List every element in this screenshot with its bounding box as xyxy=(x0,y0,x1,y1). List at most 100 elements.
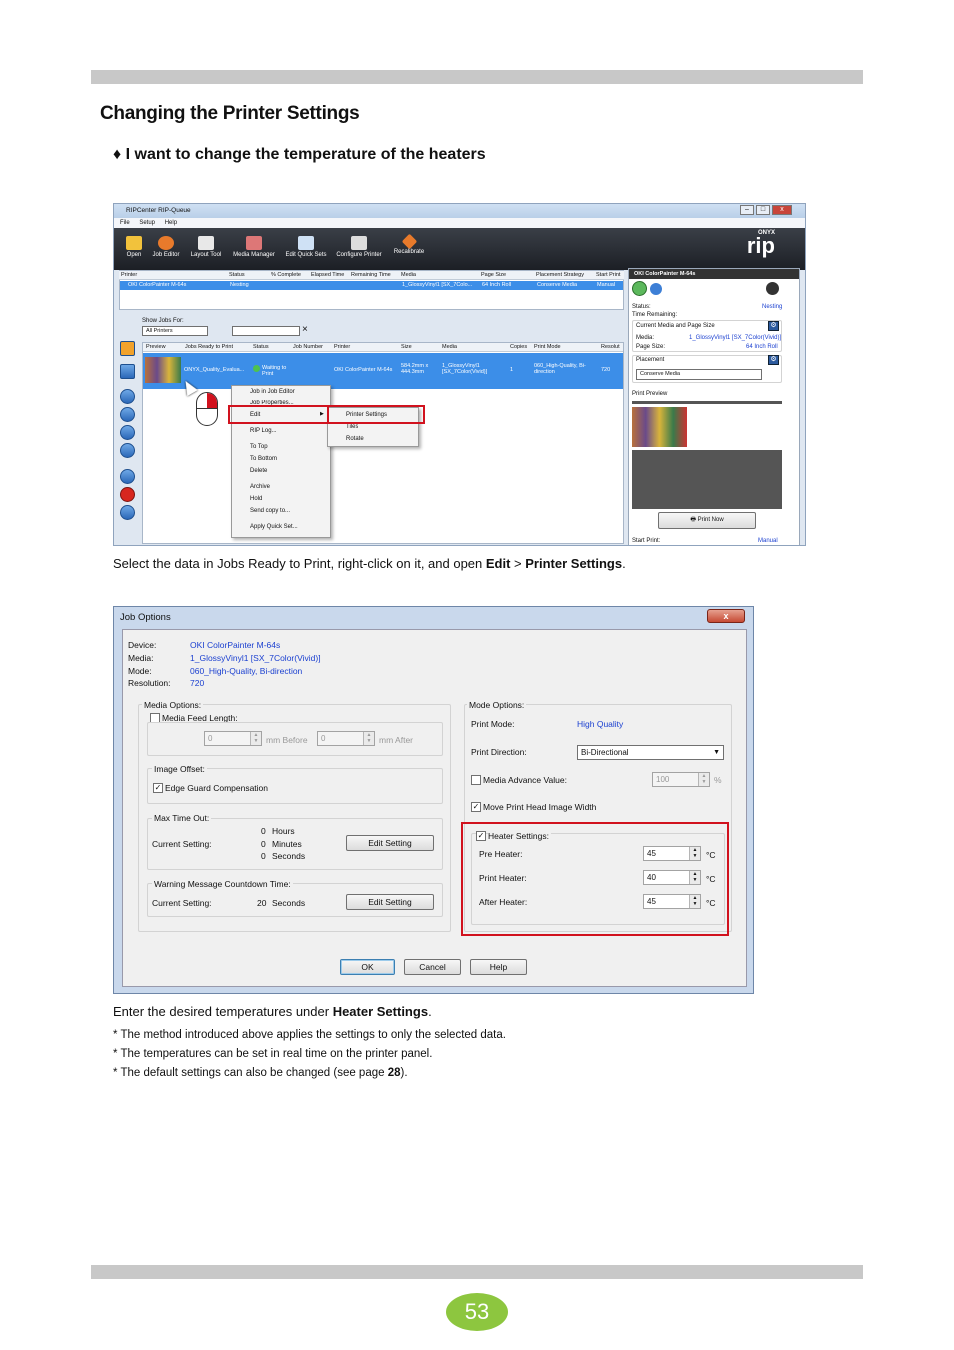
note-1: * The method introduced above applies th… xyxy=(113,1029,506,1041)
submenu-rotate[interactable]: Rotate xyxy=(346,436,364,442)
menu-file[interactable]: File xyxy=(120,220,130,226)
media-icon xyxy=(246,236,262,250)
device-value: OKI ColorPainter M-64s xyxy=(190,640,281,650)
warning-current-label: Current Setting: xyxy=(152,898,212,908)
time-remaining-label: Time Remaining: xyxy=(632,312,678,318)
hours-label: Hours xyxy=(272,826,295,836)
top-rule xyxy=(91,70,863,84)
move-head-label: Move Print Head Image Width xyxy=(483,802,597,812)
mode-label: Mode: xyxy=(128,666,152,676)
mm-before-input[interactable]: 0 ▲ ▼ xyxy=(204,731,262,746)
media-advance-checkbox[interactable] xyxy=(471,775,481,785)
edit-job-icon[interactable] xyxy=(120,364,135,379)
layout-tool-button[interactable]: Layout Tool xyxy=(181,236,231,258)
jobs-list-header: Preview Jobs Ready to Print Status Job N… xyxy=(143,343,623,352)
ctx-apply-quick-set[interactable]: Apply Quick Set... xyxy=(250,524,298,530)
show-jobs-label: Show Jobs For: xyxy=(142,318,184,324)
caption-1: Select the data in Jobs Ready to Print, … xyxy=(113,556,626,571)
ctx-hold[interactable]: Hold xyxy=(250,496,262,502)
ctx-job-in-editor[interactable]: Job in Job Editor xyxy=(250,389,295,395)
menu-help[interactable]: Help xyxy=(165,220,177,226)
help-button[interactable]: Help xyxy=(470,959,527,975)
clear-search-icon[interactable]: × xyxy=(302,324,308,335)
print-mode-label: Print Mode: xyxy=(471,719,515,729)
folder-icon xyxy=(126,236,142,250)
edge-guard-checkbox[interactable]: ✓ xyxy=(153,783,163,793)
media-advance-input[interactable]: 100 ▲ ▼ xyxy=(652,772,710,787)
properties-icon[interactable] xyxy=(120,469,135,484)
printer-info-icon[interactable] xyxy=(650,283,662,295)
maximize-icon[interactable]: □ xyxy=(756,205,770,215)
minutes-label: Minutes xyxy=(272,839,302,849)
note-2: * The temperatures can be set in real ti… xyxy=(113,1048,433,1060)
delete-icon[interactable] xyxy=(120,487,135,502)
media-label: Media: xyxy=(636,335,655,341)
edit-timeout-button[interactable]: Edit Setting xyxy=(346,835,434,851)
mode-value: 060_High-Quality, Bi-direction xyxy=(190,666,303,676)
move-up-icon[interactable] xyxy=(120,407,135,422)
move-bottom-icon[interactable] xyxy=(120,443,135,458)
printer-row[interactable]: OKI ColorPainter M-64s Nesting 1_GlossyV… xyxy=(120,281,623,290)
configure-printer-button[interactable]: Configure Printer xyxy=(334,236,384,258)
print-direction-select[interactable]: Bi-Directional ▼ xyxy=(577,745,724,760)
ok-button[interactable]: OK xyxy=(340,959,395,975)
resolution-label: Resolution: xyxy=(128,678,171,688)
print-mode-value: High Quality xyxy=(577,719,624,729)
move-down-icon[interactable] xyxy=(120,425,135,440)
menu-setup[interactable]: Setup xyxy=(139,220,155,226)
media-value: 1_GlossyVinyl1 [SX_7Color(Vivid)] xyxy=(190,653,321,663)
seconds-label: Seconds xyxy=(272,851,306,861)
edge-guard-label: Edge Guard Compensation xyxy=(165,783,269,793)
media-manager-button[interactable]: Media Manager xyxy=(229,236,279,258)
move-head-checkbox[interactable]: ✓ xyxy=(471,802,481,812)
dialog-close-button[interactable]: x xyxy=(707,609,745,623)
hours-value: 0 xyxy=(261,826,266,836)
edit-warning-button[interactable]: Edit Setting xyxy=(346,894,434,910)
printer-settings-icon[interactable] xyxy=(766,282,779,295)
quick-set-icon xyxy=(298,236,314,250)
note-3: * The default settings can also be chang… xyxy=(113,1067,408,1079)
printer-panel-header: OKI ColorPainter M-64s xyxy=(629,269,799,279)
dialog-title: Job Options xyxy=(120,612,171,623)
submenu-tiles[interactable]: Tiles xyxy=(346,424,358,429)
print-now-button[interactable]: 🖶 Print Now xyxy=(658,512,756,529)
edit-quick-sets-button[interactable]: Edit Quick Sets xyxy=(281,236,331,258)
ctx-send-copy[interactable]: Send copy to... xyxy=(250,508,290,514)
placement-settings-icon[interactable]: ⚙ xyxy=(768,355,779,365)
printer-online-icon[interactable] xyxy=(632,281,647,296)
placement-label: Placement xyxy=(636,357,665,363)
show-jobs-select[interactable]: All Printers xyxy=(142,326,208,336)
device-label: Device: xyxy=(128,640,157,650)
job-thumbnail xyxy=(145,357,181,383)
media-settings-icon[interactable]: ⚙ xyxy=(768,321,779,331)
ctx-to-bottom[interactable]: To Bottom xyxy=(250,456,277,462)
warning-unit: Seconds xyxy=(272,898,306,908)
ctx-rip-log[interactable]: RIP Log... xyxy=(250,428,277,434)
ctx-archive[interactable]: Archive xyxy=(250,484,270,490)
percent-label: % xyxy=(714,775,722,785)
ctx-to-top[interactable]: To Top xyxy=(250,444,268,450)
recalibrate-button[interactable]: Recalibrate xyxy=(384,233,434,255)
minimize-icon[interactable]: – xyxy=(740,205,754,215)
section-heading: Changing the Printer Settings xyxy=(100,103,360,124)
cancel-button[interactable]: Cancel xyxy=(404,959,461,975)
start-print-value: Manual xyxy=(758,538,778,544)
mm-after-label: mm After xyxy=(379,735,414,745)
move-top-icon[interactable] xyxy=(120,389,135,404)
job-search-input[interactable] xyxy=(232,326,300,336)
onyx-rip-logo: ONYX rip xyxy=(746,230,775,258)
mm-after-input[interactable]: 0 ▲ ▼ xyxy=(317,731,375,746)
print-preview-label: Print Preview xyxy=(632,391,668,397)
placement-select[interactable]: Conserve Media xyxy=(636,369,762,380)
layout-icon xyxy=(198,236,214,250)
pause-icon[interactable] xyxy=(120,505,135,520)
close-icon[interactable]: x xyxy=(772,205,792,215)
job-row[interactable]: ONYX_Quality_Evalua... Waiting to Print … xyxy=(143,353,623,389)
media-advance-label: Media Advance Value: xyxy=(483,775,567,785)
mm-before-label: mm Before xyxy=(266,735,308,745)
ctx-delete[interactable]: Delete xyxy=(250,468,267,474)
rip-status-icon[interactable] xyxy=(120,341,135,356)
subsection-heading: ♦ I want to change the temperature of th… xyxy=(113,146,486,163)
menu-bar: File Setup Help xyxy=(114,218,805,228)
media-value: 1_GlossyVinyl1 [SX_7Color(Vivid)] xyxy=(689,335,782,341)
